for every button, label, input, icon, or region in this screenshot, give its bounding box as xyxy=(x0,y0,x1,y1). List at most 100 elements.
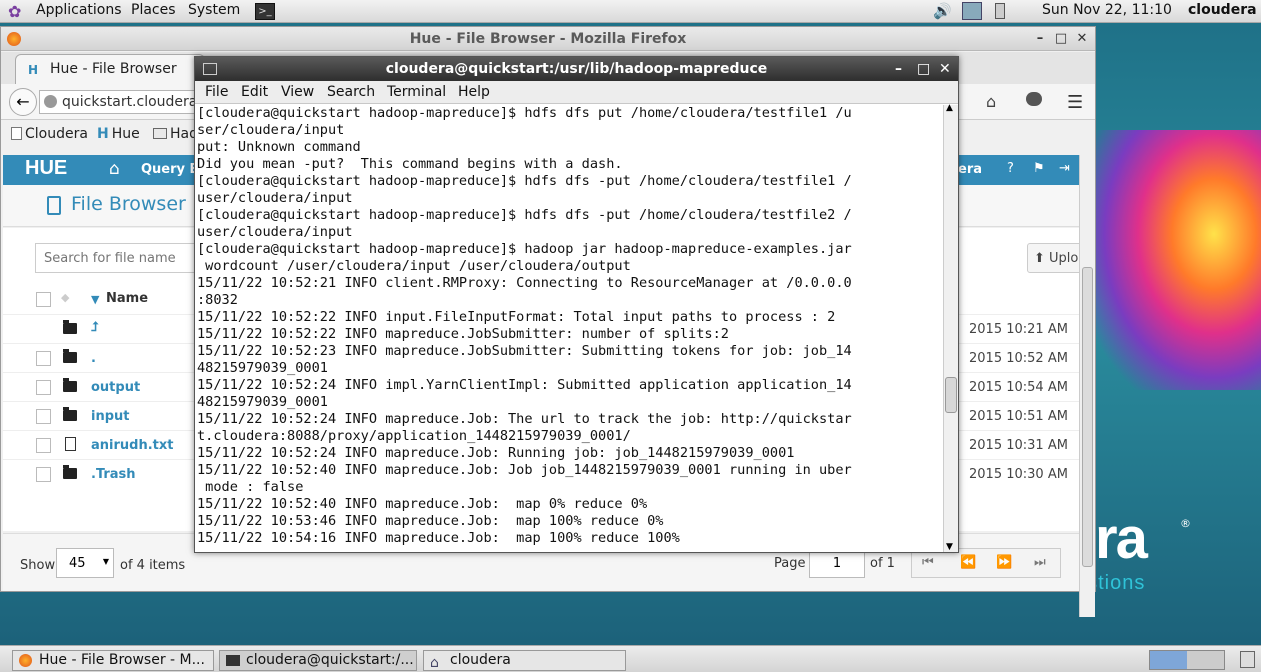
file-name-link[interactable]: output xyxy=(91,380,140,395)
upload-button[interactable]: ⬆ Uploa xyxy=(1027,243,1087,273)
desktop-splash-art xyxy=(1095,130,1261,390)
gnome-foot-icon[interactable]: ✿ xyxy=(8,2,21,21)
url-bar[interactable]: quickstart.cloudera:8 xyxy=(39,90,209,114)
menu-system[interactable]: System xyxy=(188,2,240,18)
column-name-header[interactable]: Name xyxy=(106,291,148,306)
sort-icon[interactable]: ◆ xyxy=(61,291,69,304)
scroll-up-icon[interactable]: ▲ xyxy=(946,103,953,113)
items-count: of 4 items xyxy=(120,558,186,573)
row-checkbox[interactable] xyxy=(36,380,51,395)
first-page-icon[interactable]: ⏮ xyxy=(922,555,934,570)
home-folder-icon: ⌂ xyxy=(430,655,439,671)
terminal-scroll-thumb[interactable] xyxy=(945,377,957,413)
menu-places[interactable]: Places xyxy=(131,2,176,18)
terminal-menubar: File Edit View Search Terminal Help xyxy=(195,81,958,104)
page-icon xyxy=(11,127,22,140)
trash-icon[interactable] xyxy=(1240,651,1255,668)
tab-hue-file-browser[interactable]: H Hue - File Browser xyxy=(15,54,205,84)
workspace-switcher[interactable] xyxy=(1149,650,1225,670)
network-icon[interactable] xyxy=(962,2,982,20)
row-checkbox[interactable] xyxy=(36,438,51,453)
task-file-manager[interactable]: ⌂ cloudera xyxy=(423,650,626,671)
terminal-line: 15/11/22 10:52:21 INFO client.RMProxy: C… xyxy=(197,275,852,291)
up-arrow-icon[interactable]: ⮥ xyxy=(91,320,99,335)
terminal-line: :8032 xyxy=(197,292,238,308)
menu-view[interactable]: View xyxy=(281,84,314,100)
hue-home-icon[interactable]: ⌂ xyxy=(109,159,120,179)
menu-file[interactable]: File xyxy=(205,84,228,100)
terminal-line: 15/11/22 10:52:24 INFO mapreduce.Job: Ru… xyxy=(197,445,795,461)
file-name-link[interactable]: . xyxy=(91,351,96,366)
workspace-1[interactable] xyxy=(1150,651,1187,669)
file-name-link[interactable]: .Trash xyxy=(91,467,136,482)
next-page-icon[interactable]: ⏩ xyxy=(996,555,1012,570)
row-checkbox[interactable] xyxy=(36,467,51,482)
terminal-scrollbar[interactable]: ▲ ▼ xyxy=(943,103,958,552)
page-size-select[interactable]: 45 ▼ xyxy=(56,548,114,578)
terminal-line: [cloudera@quickstart hadoop-mapreduce]$ … xyxy=(197,207,852,223)
task-terminal[interactable]: cloudera@quickstart:/... xyxy=(219,650,417,671)
select-all-checkbox[interactable] xyxy=(36,292,51,307)
bookmark-hue[interactable]: H Hue xyxy=(97,126,140,142)
show-label: Show xyxy=(20,558,56,573)
user-menu[interactable]: cloudera xyxy=(1188,2,1257,18)
terminal-task-icon xyxy=(226,655,240,666)
scroll-down-icon[interactable]: ▼ xyxy=(946,542,953,552)
site-info-icon xyxy=(44,95,57,108)
term-close-icon[interactable]: ✕ xyxy=(939,57,951,81)
terminal-line: 15/11/22 10:54:16 INFO mapreduce.Job: ma… xyxy=(197,530,680,546)
flag-icon[interactable]: ⚑ xyxy=(1033,161,1045,176)
menu-help[interactable]: Help xyxy=(458,84,490,100)
terminal-line: [cloudera@quickstart hadoop-mapreduce]$ … xyxy=(197,105,852,121)
last-page-icon[interactable]: ⏭ xyxy=(1034,555,1046,570)
firefox-scroll-thumb[interactable] xyxy=(1082,267,1093,567)
firefox-task-icon xyxy=(19,654,32,667)
firefox-titlebar: Hue - File Browser - Mozilla Firefox – □… xyxy=(1,27,1095,51)
page-title: File Browser xyxy=(71,193,186,215)
menu-applications[interactable]: Applications xyxy=(36,2,122,18)
help-icon[interactable]: ? xyxy=(1007,161,1014,176)
folder-icon xyxy=(63,465,77,479)
nav-user-menu[interactable]: era xyxy=(958,162,982,177)
row-checkbox[interactable] xyxy=(36,409,51,424)
terminal-line: [cloudera@quickstart hadoop-mapreduce]$ … xyxy=(197,173,852,189)
minimize-icon[interactable]: – xyxy=(1031,30,1049,48)
home-icon[interactable]: ⌂ xyxy=(986,92,996,111)
terminal-launcher-icon[interactable]: >_ xyxy=(255,3,275,20)
task-firefox[interactable]: Hue - File Browser - M... xyxy=(12,650,214,671)
terminal-line: 15/11/22 10:52:24 INFO mapreduce.Job: Th… xyxy=(197,411,852,427)
logout-icon[interactable]: ⇥ xyxy=(1059,161,1070,176)
sort-down-icon[interactable]: ▼ xyxy=(91,293,99,306)
menu-terminal[interactable]: Terminal xyxy=(387,84,446,100)
file-name-link[interactable]: anirudh.txt xyxy=(91,438,173,453)
battery-icon[interactable] xyxy=(995,3,1005,19)
close-icon[interactable]: ✕ xyxy=(1073,30,1091,48)
page-number-value: 1 xyxy=(832,556,842,571)
row-checkbox[interactable] xyxy=(36,351,51,366)
file-name-link[interactable]: input xyxy=(91,409,130,424)
maximize-icon[interactable]: □ xyxy=(1052,30,1070,48)
prev-page-icon[interactable]: ⏪ xyxy=(960,555,976,570)
firefox-logo-icon xyxy=(7,32,21,46)
bookmark-label: Cloudera xyxy=(25,126,88,142)
term-maximize-icon[interactable]: □ xyxy=(917,57,930,81)
clock[interactable]: Sun Nov 22, 11:10 xyxy=(1042,2,1172,18)
back-button[interactable]: ← xyxy=(9,88,37,116)
bottom-panel: Hue - File Browser - M... cloudera@quick… xyxy=(0,645,1261,672)
terminal-output[interactable]: [cloudera@quickstart hadoop-mapreduce]$ … xyxy=(197,105,943,551)
modified-date: 2015 10:51 AM xyxy=(969,409,1068,424)
desktop-brand-text: ra xyxy=(1095,506,1148,571)
bookmark-cloudera[interactable]: Cloudera xyxy=(11,126,88,142)
firefox-scrollbar[interactable] xyxy=(1079,155,1095,617)
volume-icon[interactable]: 🔊 xyxy=(933,2,952,20)
chat-icon[interactable] xyxy=(1026,92,1042,106)
menu-search[interactable]: Search xyxy=(327,84,375,100)
terminal-line: 15/11/22 10:52:24 INFO impl.YarnClientIm… xyxy=(197,377,852,393)
hamburger-menu-icon[interactable]: ☰ xyxy=(1067,92,1083,113)
terminal-line: mode : false xyxy=(197,479,304,495)
term-minimize-icon[interactable]: – xyxy=(895,57,902,81)
menu-edit[interactable]: Edit xyxy=(241,84,268,100)
terminal-line: 15/11/22 10:52:22 INFO input.FileInputFo… xyxy=(197,309,836,325)
hue-logo[interactable]: HUE xyxy=(25,157,67,180)
bookmark-hadoop[interactable]: Had xyxy=(153,126,198,142)
